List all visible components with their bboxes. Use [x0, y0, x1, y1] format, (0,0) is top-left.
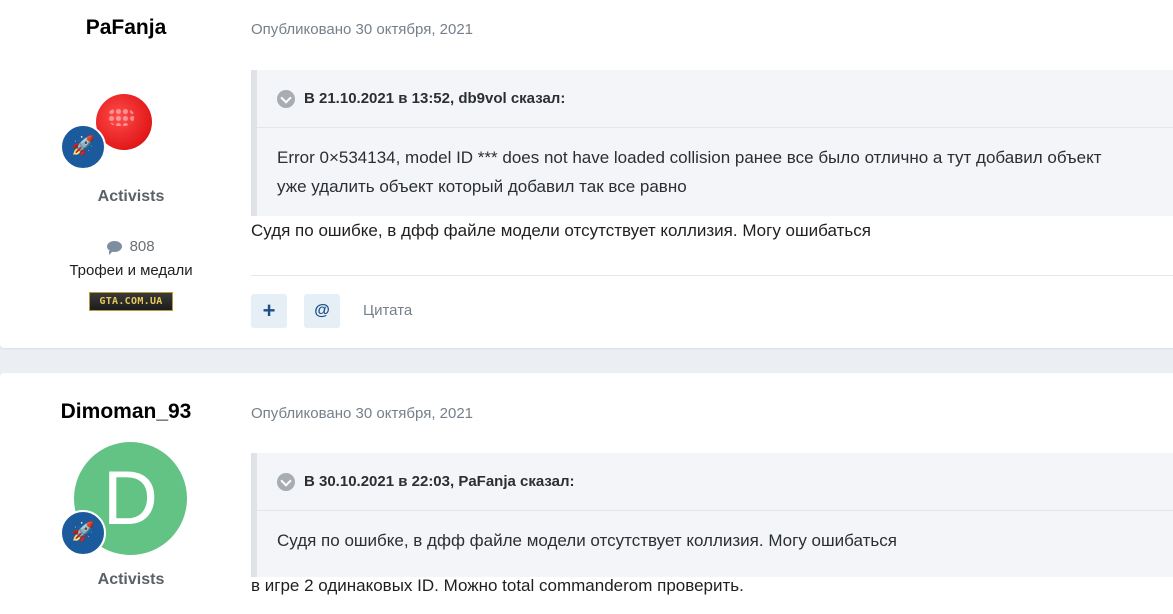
- comment-icon: [107, 240, 123, 255]
- author-group: Activists: [97, 571, 165, 588]
- quote-header[interactable]: В 21.10.2021 в 13:52, db9vol сказал:: [257, 70, 1173, 128]
- author-panel: PaFanja 🚀 Activists 808 Трофеи и медали …: [0, 0, 252, 348]
- divider: [251, 275, 1173, 276]
- chevron-down-icon[interactable]: [277, 472, 295, 491]
- avatar[interactable]: D 🚀: [58, 441, 198, 561]
- rocket-icon: 🚀: [60, 510, 106, 556]
- rocket-icon: 🚀: [60, 124, 106, 170]
- post-content: в игре 2 одинаковых ID. Можно total comm…: [251, 576, 744, 595]
- chevron-down-icon[interactable]: [277, 89, 295, 108]
- post-count: 808: [0, 238, 262, 255]
- mention-button[interactable]: @: [304, 294, 340, 328]
- quote-citation[interactable]: В 30.10.2021 в 22:03, PaFanja сказал:: [304, 473, 575, 490]
- quote-line: Error 0×534134, model ID *** does not ha…: [277, 148, 1102, 167]
- quote-citation[interactable]: В 21.10.2021 в 13:52, db9vol сказал:: [304, 90, 565, 107]
- author-group: Activists: [97, 188, 165, 205]
- post-date[interactable]: Опубликовано 30 октября, 2021: [251, 405, 473, 422]
- author-panel: Dimoman_93 D 🚀 Activists: [0, 373, 252, 614]
- post-date[interactable]: Опубликовано 30 октября, 2021: [251, 21, 473, 38]
- post-card: Dimoman_93 D 🚀 Activists Опубликовано 30…: [0, 373, 1173, 614]
- quote-button[interactable]: Цитата: [363, 302, 412, 319]
- react-button[interactable]: +: [251, 294, 287, 328]
- author-name[interactable]: PaFanja: [0, 16, 252, 40]
- quote-content: Error 0×534134, model ID *** does not ha…: [257, 128, 1173, 201]
- avatar[interactable]: 🚀: [58, 84, 198, 204]
- quote-block: В 21.10.2021 в 13:52, db9vol сказал: Err…: [251, 70, 1173, 216]
- quote-content: Судя по ошибке, в дфф файле модели отсут…: [257, 511, 1173, 555]
- quote-line: уже удалить объект который добавил так в…: [277, 177, 687, 196]
- quote-block: В 30.10.2021 в 22:03, PaFanja сказал: Су…: [251, 453, 1173, 577]
- quote-line: Судя по ошибке, в дфф файле модели отсут…: [277, 531, 897, 550]
- author-name[interactable]: Dimoman_93: [0, 400, 252, 424]
- post-body: Опубликовано 30 октября, 2021 В 21.10.20…: [251, 0, 1173, 348]
- post-count-value: 808: [129, 238, 155, 255]
- post-content: Судя по ошибке, в дфф файле модели отсут…: [251, 221, 871, 240]
- post-card: PaFanja 🚀 Activists 808 Трофеи и медали …: [0, 0, 1173, 348]
- trophies-label[interactable]: Трофеи и медали: [0, 262, 262, 279]
- medal-badge[interactable]: GTA.COM.UA: [89, 292, 173, 311]
- quote-header[interactable]: В 30.10.2021 в 22:03, PaFanja сказал:: [257, 453, 1173, 511]
- post-body: Опубликовано 30 октября, 2021 В 30.10.20…: [251, 373, 1173, 614]
